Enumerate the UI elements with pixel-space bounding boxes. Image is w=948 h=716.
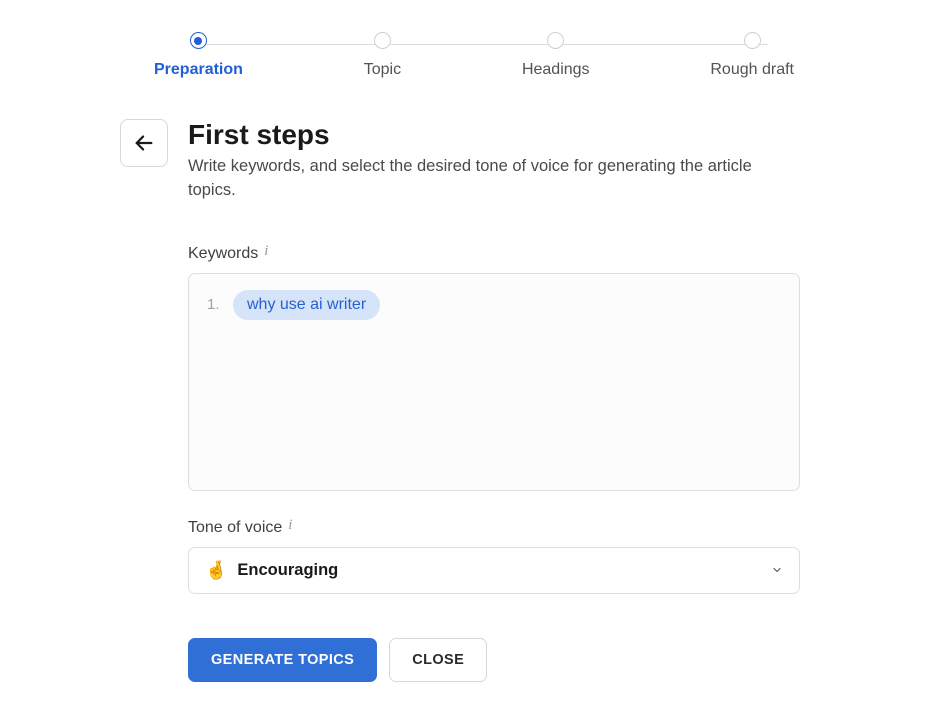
back-button[interactable] — [120, 119, 168, 167]
chevron-down-icon — [771, 564, 783, 576]
step-preparation[interactable]: Preparation — [154, 32, 243, 79]
step-circle — [374, 32, 391, 49]
step-circle — [547, 32, 564, 49]
generate-topics-button[interactable]: GENERATE TOPICS — [188, 638, 377, 682]
info-icon[interactable]: i — [288, 517, 292, 534]
step-label: Preparation — [154, 61, 243, 79]
step-rough-draft[interactable]: Rough draft — [710, 32, 794, 79]
page-title: First steps — [188, 119, 788, 151]
close-button[interactable]: CLOSE — [389, 638, 487, 682]
tone-label-text: Tone of voice — [188, 519, 282, 537]
keyword-row: 1. why use ai writer — [207, 290, 781, 320]
keyword-chip[interactable]: why use ai writer — [233, 290, 380, 320]
step-label: Headings — [522, 61, 590, 79]
tone-select[interactable]: 🤞 Encouraging — [188, 547, 800, 594]
tone-label: Tone of voice i — [188, 519, 828, 537]
step-circle — [744, 32, 761, 49]
arrow-left-icon — [133, 132, 155, 154]
keywords-label-text: Keywords — [188, 245, 258, 263]
step-label: Rough draft — [710, 61, 794, 79]
stepper: Preparation Topic Headings Rough draft — [154, 32, 794, 79]
step-circle — [190, 32, 207, 49]
page-subtitle: Write keywords, and select the desired t… — [188, 155, 788, 203]
tone-emoji-icon: 🤞 — [205, 560, 227, 581]
tone-selected-text: Encouraging — [237, 561, 338, 580]
info-icon[interactable]: i — [264, 243, 268, 260]
step-headings[interactable]: Headings — [522, 32, 590, 79]
step-label: Topic — [364, 61, 401, 79]
keywords-label: Keywords i — [188, 245, 828, 263]
keyword-index: 1. — [207, 296, 223, 313]
stepper-line — [202, 44, 768, 45]
keywords-input[interactable]: 1. why use ai writer — [188, 273, 800, 491]
step-topic[interactable]: Topic — [364, 32, 401, 79]
